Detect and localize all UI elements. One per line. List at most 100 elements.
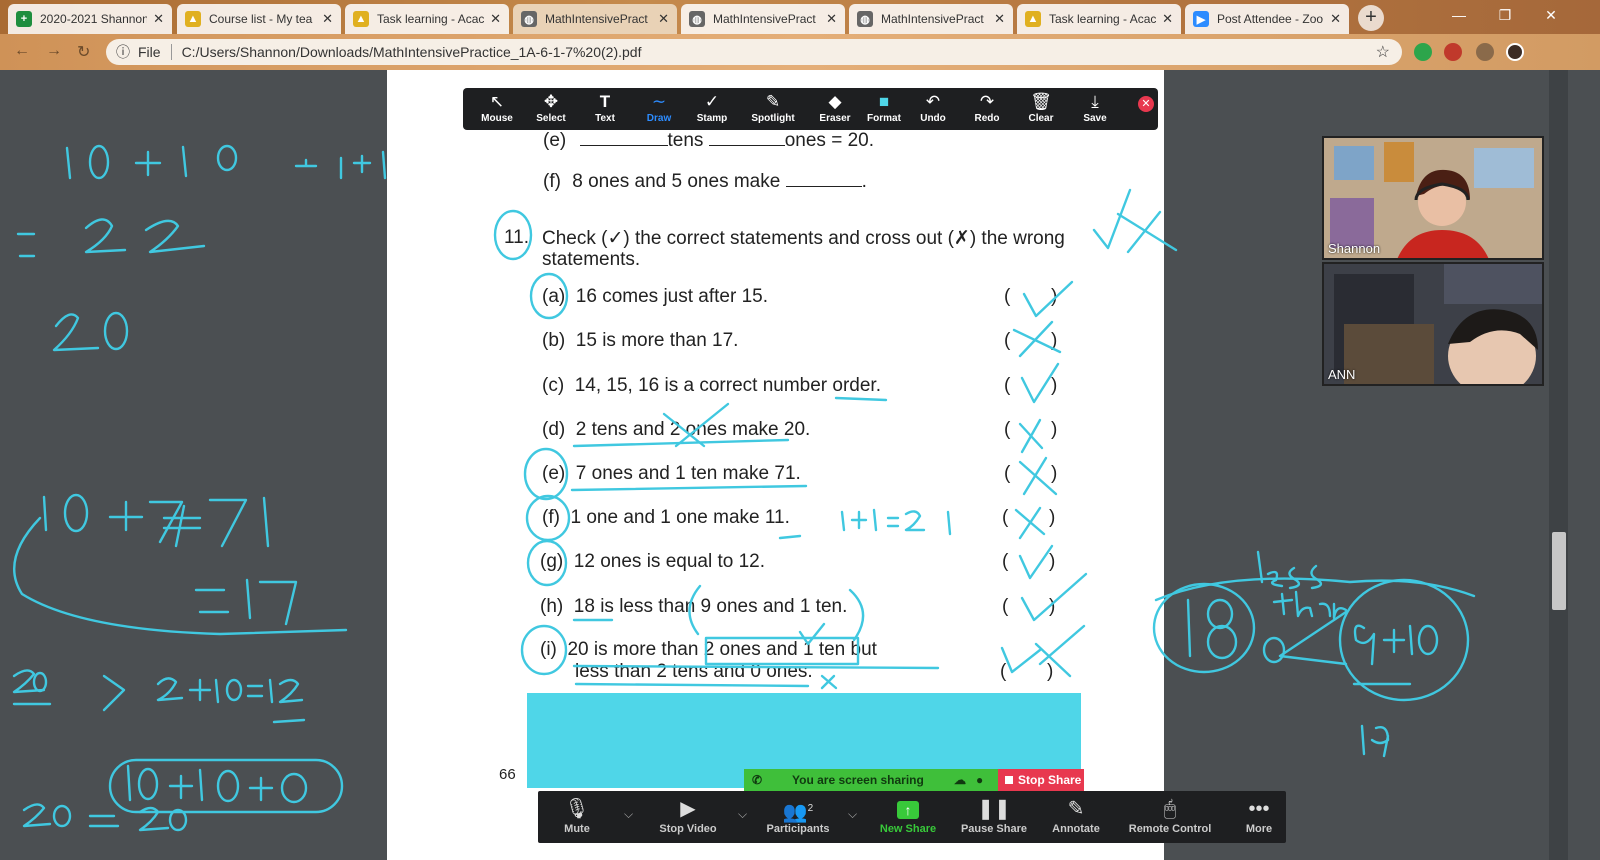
stamp-tool-button[interactable]: ✓ Stamp: [688, 91, 736, 124]
mouse-tool-button[interactable]: ↖ Mouse: [473, 91, 521, 124]
participants-button[interactable]: 👥2 Participants: [760, 795, 836, 835]
reload-icon[interactable]: ↻: [77, 42, 90, 62]
browser-tab[interactable]: + 2020-2021 Shannon ✕: [8, 4, 172, 34]
tool-label: Stamp: [696, 113, 728, 124]
eraser-tool-button[interactable]: ◆ Eraser: [811, 91, 859, 124]
mute-button[interactable]: 🎙 Mute: [552, 795, 602, 835]
url-field[interactable]: ⓘ File C:/Users/Shannon/Downloads/MathIn…: [106, 39, 1402, 65]
item-text: 2 tens and 2 ones make 20.: [575, 419, 811, 440]
chevron-up-icon[interactable]: ⌵: [738, 807, 747, 822]
item-label: (f): [543, 171, 561, 192]
info-icon[interactable]: ⓘ: [116, 42, 130, 62]
format-tool-button[interactable]: ■ Format: [860, 91, 908, 124]
item-label: (a): [542, 286, 566, 307]
tab-title: 2020-2021 Shannon: [40, 12, 148, 26]
tool-label: Clear: [1028, 113, 1054, 124]
item-text: 14, 15, 16 is a correct number order.: [574, 375, 881, 396]
share-status-text: You are screen sharing: [792, 773, 924, 787]
select-tool-button[interactable]: ✥ Select: [527, 91, 575, 124]
scheme-label: File: [138, 44, 161, 60]
close-window-icon[interactable]: ✕: [1528, 0, 1574, 30]
profile-avatar[interactable]: [1506, 43, 1524, 61]
video-tile-ann[interactable]: ANN: [1322, 262, 1544, 386]
video-tile-shannon[interactable]: Shannon: [1322, 136, 1544, 260]
forward-icon[interactable]: →: [46, 42, 62, 60]
close-tab-icon[interactable]: ✕: [322, 11, 333, 27]
remote-control-button[interactable]: 🖱 Remote Control: [1124, 795, 1216, 835]
extension-icon[interactable]: [1414, 43, 1432, 61]
chevron-up-icon[interactable]: ⌵: [624, 807, 633, 822]
ublock-icon[interactable]: [1444, 43, 1462, 61]
stop-share-button[interactable]: Stop Share: [998, 769, 1084, 791]
item-text: 8 ones and 5 ones make: [572, 171, 781, 192]
ink-stroke: [162, 504, 202, 548]
browser-tab-active[interactable]: ◍ MathIntensivePract ✕: [513, 4, 677, 34]
close-annotation-icon[interactable]: ✕: [1138, 96, 1154, 112]
stop-share-label: Stop Share: [1018, 773, 1082, 787]
ink-stroke: [168, 808, 188, 832]
ink-stroke: [12, 669, 46, 694]
annotate-button[interactable]: ✎ Annotate: [1044, 795, 1108, 835]
text-tool-button[interactable]: T Text: [581, 91, 629, 124]
ink-stroke: [16, 232, 36, 258]
tab-title: MathIntensivePract: [881, 12, 984, 26]
close-tab-icon[interactable]: ✕: [490, 11, 501, 27]
draw-tool-button[interactable]: ∼ Draw: [635, 91, 683, 124]
participant-video: [1324, 264, 1542, 384]
browser-tab[interactable]: ▲ Task learning - Acac ✕: [1017, 4, 1181, 34]
star-icon[interactable]: ☆: [1376, 42, 1390, 62]
ink-stroke: [272, 678, 306, 724]
button-label: Mute: [564, 823, 590, 835]
close-tab-icon[interactable]: ✕: [1330, 11, 1341, 27]
meeting-toolbar: 🎙 Mute ⌵ ▶ Stop Video ⌵ 👥2 Participants ⌵ ↑…: [538, 791, 1286, 843]
browser-tab[interactable]: ◍ MathIntensivePract ✕: [849, 4, 1013, 34]
clear-button[interactable]: 🗑 Clear: [1017, 91, 1065, 124]
redo-button[interactable]: ↷ Redo: [963, 91, 1011, 124]
spotlight-tool-button[interactable]: ✎ Spotlight: [749, 91, 797, 124]
pause-share-button[interactable]: ❚❚ Pause Share: [958, 795, 1030, 835]
item-label: (i): [540, 639, 557, 660]
item-text: .: [861, 171, 867, 192]
browser-tab[interactable]: ▲ Task learning - Acac ✕: [345, 4, 509, 34]
scrollbar-thumb[interactable]: [1552, 532, 1566, 610]
stop-video-button[interactable]: ▶ Stop Video: [650, 795, 726, 835]
answer-paren: ): [1051, 330, 1058, 351]
ink-stroke: [108, 500, 144, 532]
restore-icon[interactable]: ❐: [1482, 0, 1528, 30]
item-text: 18 is less than 9 ones and 1 ten.: [573, 596, 848, 617]
close-tab-icon[interactable]: ✕: [658, 11, 669, 27]
item-row: (a) 16 comes just after 15.: [542, 286, 768, 308]
save-button[interactable]: ⤓ Save: [1071, 91, 1119, 124]
new-share-button[interactable]: ↑ New Share: [874, 795, 942, 835]
ink-stroke: [52, 313, 100, 352]
ink-stroke: [63, 493, 89, 533]
browser-tab[interactable]: ▲ Course list - My tea ✕: [177, 4, 341, 34]
ink-stroke: [103, 311, 129, 351]
item-label: (d): [542, 419, 566, 440]
browser-tab[interactable]: ▶ Post Attendee - Zoo ✕: [1185, 4, 1349, 34]
answer-paren: ): [1051, 286, 1058, 307]
close-tab-icon[interactable]: ✕: [153, 11, 164, 27]
undo-button[interactable]: ↶ Undo: [909, 91, 957, 124]
item-text: 16 comes just after 15.: [575, 286, 769, 307]
tool-label: Eraser: [819, 113, 851, 124]
scrollbar-track[interactable]: [1549, 70, 1568, 860]
answer-paren: ): [1049, 507, 1056, 528]
ink-stroke: [225, 678, 243, 702]
close-tab-icon[interactable]: ✕: [826, 11, 837, 27]
back-icon[interactable]: ←: [14, 42, 30, 60]
task-icon: ▲: [1025, 11, 1041, 27]
more-button[interactable]: ••• More: [1236, 795, 1282, 835]
chevron-up-icon[interactable]: ⌵: [848, 807, 857, 822]
ink-stroke: [84, 218, 127, 254]
new-tab-button[interactable]: +: [1358, 5, 1384, 31]
item-label: (c): [542, 375, 565, 396]
minimize-icon[interactable]: —: [1436, 0, 1482, 30]
draw-icon: ∼: [651, 92, 667, 111]
browser-tab[interactable]: ◍ MathIntensivePract ✕: [681, 4, 845, 34]
close-tab-icon[interactable]: ✕: [1162, 11, 1173, 27]
close-tab-icon[interactable]: ✕: [994, 11, 1005, 27]
answer-paren: ): [1051, 463, 1058, 484]
ink-stroke: [258, 580, 298, 626]
extension-icon[interactable]: [1476, 43, 1494, 61]
